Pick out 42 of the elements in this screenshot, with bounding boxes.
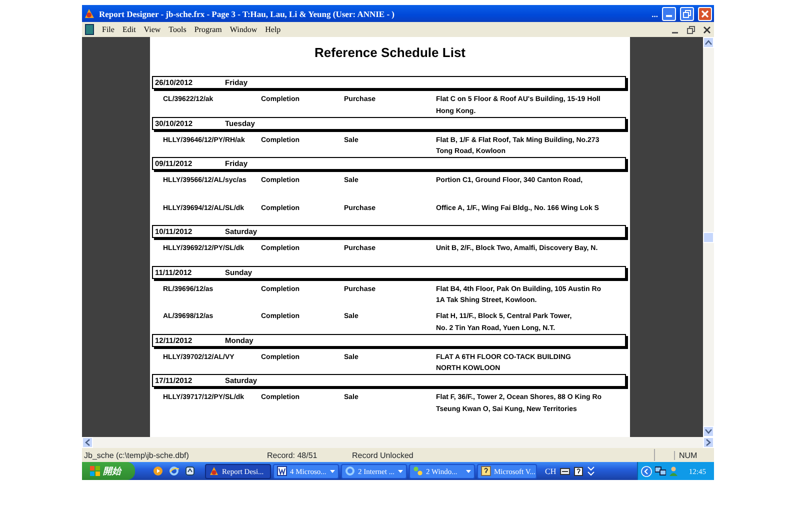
language-indicator[interactable]: CH (545, 466, 556, 476)
start-button[interactable]: 開始 (82, 462, 135, 480)
menu-item[interactable]: Tools (168, 25, 186, 34)
status-text: NUM (674, 450, 714, 460)
scroll-thumb[interactable] (703, 232, 714, 242)
scroll-down-icon[interactable] (705, 429, 712, 434)
expand-icon[interactable] (640, 466, 652, 476)
scroll-right-icon[interactable] (706, 439, 711, 446)
window-group-icon (413, 466, 423, 476)
status-text: Record: 48/51 (267, 450, 318, 460)
menu-item[interactable]: Help (265, 25, 281, 34)
word-processor-icon (277, 466, 287, 476)
app-icon (84, 8, 95, 19)
network-icon[interactable] (654, 466, 666, 476)
media-player-icon[interactable] (153, 466, 163, 476)
close-icon[interactable] (703, 26, 711, 34)
keyboard-icon[interactable] (560, 468, 570, 474)
scroll-left-icon[interactable] (85, 439, 90, 446)
menu-item[interactable]: Program (194, 25, 222, 34)
overflow-mark: ... (652, 8, 658, 18)
menu-item[interactable]: Edit (122, 25, 136, 34)
windows-logo-icon (90, 466, 100, 476)
menu-item[interactable]: File (102, 25, 114, 34)
help-icon (481, 466, 491, 476)
minimize-button[interactable] (662, 6, 676, 20)
app-icon (209, 466, 219, 476)
window-title: Report Designer - jb-sche.frx - Page 3 - T:Hau, Lau, Li & Yeung (User: ANNIE - ) (99, 8, 396, 18)
arrow-icon[interactable] (587, 466, 596, 476)
menu-item[interactable]: View (144, 25, 161, 34)
scroll-up-icon[interactable] (705, 40, 712, 45)
browser-icon[interactable] (169, 466, 179, 476)
document-icon (85, 24, 94, 35)
restore-button[interactable] (680, 6, 694, 20)
status-text: Record Unlocked (352, 450, 414, 460)
help-icon[interactable] (574, 466, 584, 476)
desktop-icon[interactable] (185, 466, 195, 476)
report-title: Reference Schedule List (314, 45, 466, 60)
status-text: Jb_sche (c:\temp\jb-sche.dbf) (83, 450, 190, 460)
browser-icon (345, 466, 355, 476)
close-icon (701, 10, 709, 18)
menu-item[interactable]: Window (230, 25, 258, 34)
close-button[interactable] (698, 6, 712, 20)
